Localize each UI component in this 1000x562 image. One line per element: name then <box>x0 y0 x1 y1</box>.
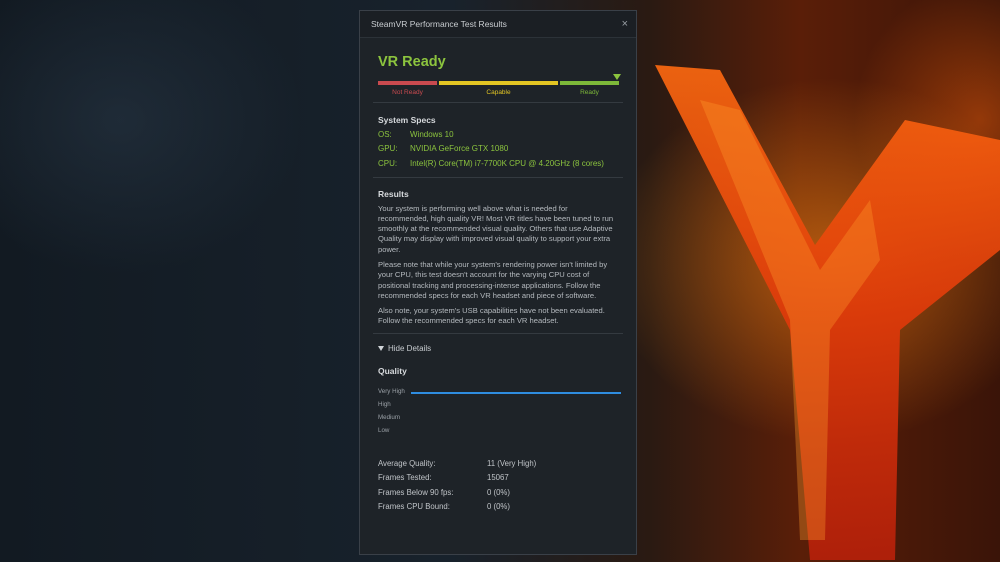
system-specs-title: System Specs <box>378 115 436 125</box>
meter-label-capable: Capable <box>486 89 511 96</box>
meter-label-not-ready: Not Ready <box>392 89 423 96</box>
results-paragraph: Also note, your system's USB capabilitie… <box>378 306 605 326</box>
spec-key: GPU: <box>378 144 398 154</box>
stat-key: Frames CPU Bound: <box>378 502 450 512</box>
quality-chart: Very High High Medium Low <box>378 387 621 448</box>
meter-segment-capable <box>439 81 558 85</box>
stat-key: Frames Below 90 fps: <box>378 487 454 497</box>
quality-level-very-high: Very High <box>378 387 405 395</box>
results-title: Results <box>378 188 409 199</box>
spec-row-cpu: CPU: Intel(R) Core(TM) i7-7700K CPU @ 4.… <box>378 156 618 171</box>
quality-title: Quality <box>378 365 407 376</box>
stat-row-frames-tested: Frames Tested: 15067 <box>378 470 618 485</box>
stat-value: 11 (Very High) <box>487 458 537 468</box>
stat-row-average-quality: Average Quality: 11 (Very High) <box>378 456 618 471</box>
stat-key: Frames Tested: <box>378 473 432 483</box>
quality-level-high: High <box>378 400 391 408</box>
divider <box>373 102 623 103</box>
meter-label-ready: Ready <box>580 89 599 96</box>
spec-value: NVIDIA GeForce GTX 1080 <box>410 144 509 154</box>
dialog-title: SteamVR Performance Test Results <box>371 19 507 29</box>
meter-segment-ready <box>560 81 619 85</box>
stat-value: 15067 <box>487 473 509 483</box>
results-paragraph: Your system is performing well above wha… <box>378 203 614 254</box>
meter-marker-icon <box>613 74 621 80</box>
divider <box>373 176 623 178</box>
hide-details-label: Hide Details <box>388 344 432 354</box>
stat-value: 0 (0%) <box>487 502 510 512</box>
readiness-meter: Not Ready Capable Ready <box>378 74 621 100</box>
spec-key: OS: <box>378 129 392 139</box>
divider <box>373 332 623 334</box>
vr-status-heading: VR Ready <box>378 54 446 70</box>
close-icon[interactable]: × <box>622 18 628 30</box>
stat-value: 0 (0%) <box>487 487 510 497</box>
quality-series-line <box>411 391 621 394</box>
triangle-down-icon <box>378 346 384 352</box>
results-paragraph: Please note that while your system's ren… <box>378 259 608 300</box>
spec-row-os: OS: Windows 10 <box>378 127 618 142</box>
performance-results-dialog: SteamVR Performance Test Results × VR Re… <box>359 10 637 555</box>
hide-details-toggle[interactable]: Hide Details <box>378 342 618 356</box>
stat-key: Average Quality: <box>378 458 436 468</box>
stat-row-frames-below-90: Frames Below 90 fps: 0 (0%) <box>378 485 618 500</box>
quality-level-low: Low <box>378 426 390 434</box>
dialog-titlebar: SteamVR Performance Test Results × <box>360 11 636 38</box>
quality-level-medium: Medium <box>378 413 401 421</box>
spec-value: Intel(R) Core(TM) i7-7700K CPU @ 4.20GHz… <box>410 158 604 168</box>
spec-row-gpu: GPU: NVIDIA GeForce GTX 1080 <box>378 142 618 157</box>
spec-value: Windows 10 <box>410 129 454 139</box>
spec-key: CPU: <box>378 158 398 168</box>
stat-row-frames-cpu-bound: Frames CPU Bound: 0 (0%) <box>378 499 618 514</box>
meter-segment-not-ready <box>378 81 437 85</box>
